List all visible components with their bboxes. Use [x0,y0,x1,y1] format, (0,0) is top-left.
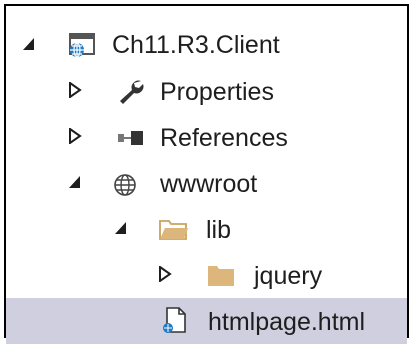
tree-item-label: wwwroot [160,170,258,198]
collapsed-arrow-icon[interactable] [68,128,82,144]
expanded-arrow-icon[interactable] [114,220,128,236]
globe-folder-icon [114,174,136,196]
tree-item-project[interactable]: Ch11.R3.Client [6,22,407,68]
wrench-icon [120,80,144,104]
tree-item-properties[interactable]: Properties [6,68,407,114]
tree-item-lib[interactable]: lib [6,206,407,252]
tree-item-references[interactable]: References [6,114,407,160]
tree-item-label: htmlpage.html [208,308,366,336]
tree-item-wwwroot[interactable]: wwwroot [6,160,407,206]
tree-item-label: Ch11.R3.Client [112,31,280,59]
expanded-arrow-icon[interactable] [68,174,82,190]
expanded-arrow-icon[interactable] [22,36,36,52]
collapsed-arrow-icon[interactable] [158,266,172,282]
tree-item-label: Properties [160,78,274,106]
folder-open-icon [159,220,188,240]
collapsed-arrow-icon[interactable] [68,82,82,98]
web-project-icon [69,33,95,58]
tree-item-htmlpage[interactable]: htmlpage.html [6,298,407,344]
html-file-icon [163,307,186,333]
solution-explorer-tree: Ch11.R3.Client Properties References www… [4,4,409,344]
tree-item-jquery[interactable]: jquery [6,252,407,298]
tree-item-label: jquery [254,262,323,290]
folder-icon [208,266,234,286]
references-icon [118,131,143,145]
tree-item-label: lib [206,216,232,244]
tree-item-label: References [160,124,288,152]
